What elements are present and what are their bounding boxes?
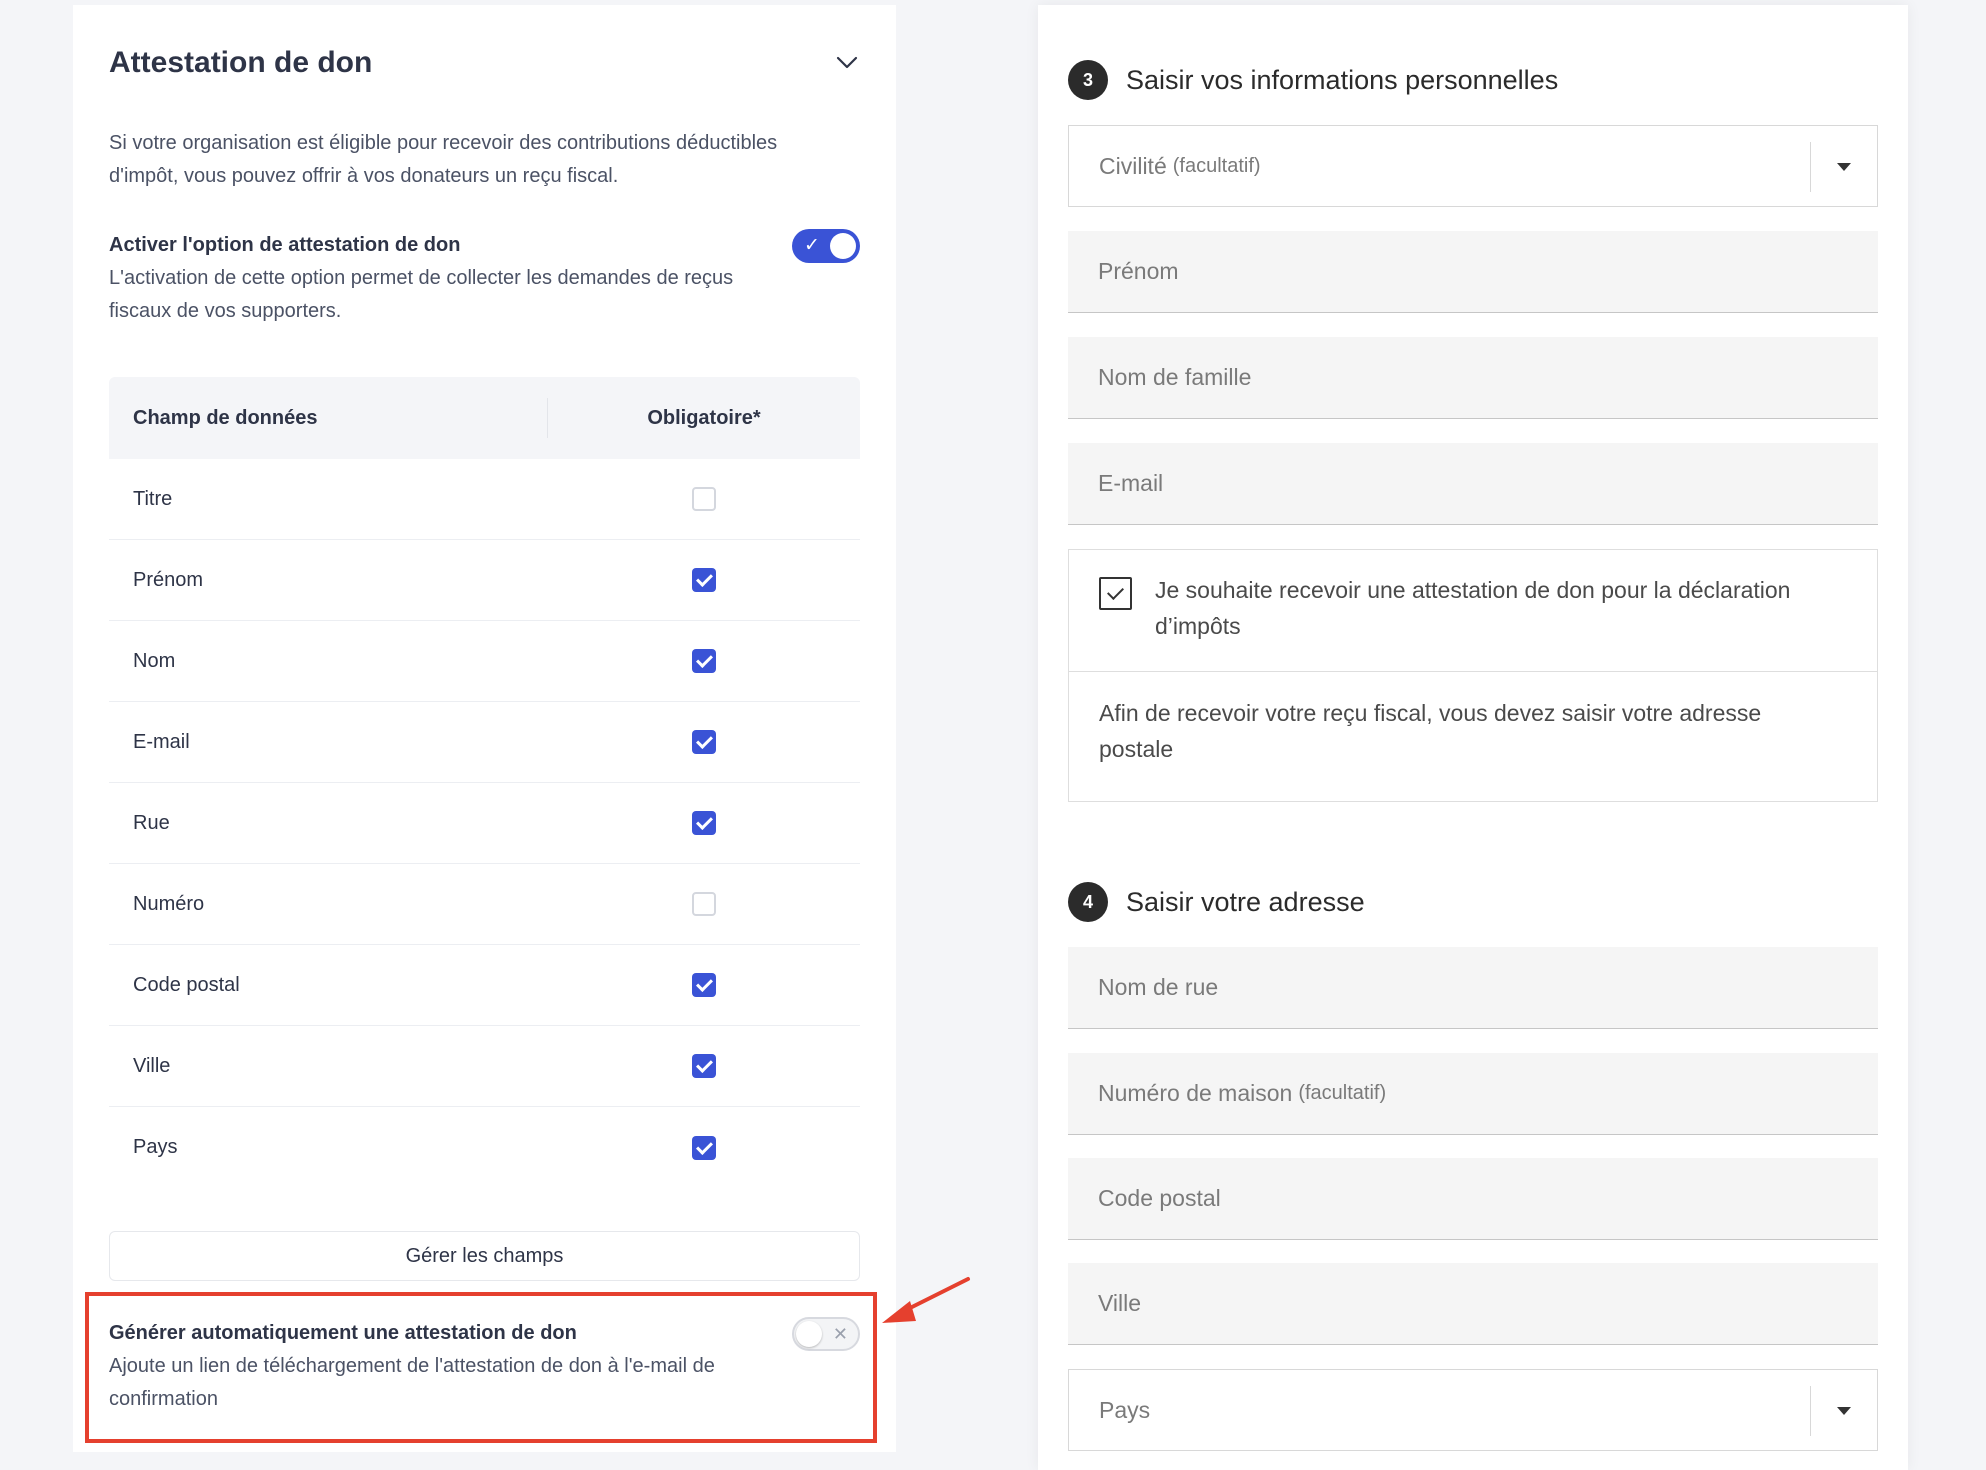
civility-select[interactable]: Civilité (facultatif) [1068, 125, 1878, 207]
data-fields-table: Champ de données Obligatoire* Titre Préno… [109, 377, 860, 1188]
postal-code-placeholder: Code postal [1098, 1185, 1221, 1211]
step-title: Saisir vos informations personnelles [1126, 64, 1559, 95]
required-checkbox[interactable] [692, 892, 716, 916]
optional-label: (facultatif) [1298, 1082, 1387, 1104]
highlight-box [85, 1292, 877, 1443]
required-checkbox[interactable] [692, 1054, 716, 1078]
divider [1810, 1386, 1811, 1436]
field-label: Code postal [133, 973, 240, 996]
consent-row: Je souhaite recevoir une attestation de … [1069, 550, 1877, 672]
step-number: 3 [1068, 60, 1108, 100]
consent-checkbox[interactable] [1099, 577, 1132, 610]
street-field[interactable]: Nom de rue [1068, 947, 1878, 1029]
chevron-down-icon[interactable] [834, 50, 860, 76]
required-cell [548, 892, 860, 916]
field-label: Pays [133, 1136, 178, 1158]
city-field[interactable]: Ville [1068, 1263, 1878, 1345]
required-checkbox[interactable] [692, 811, 716, 835]
table-row: Titre [109, 459, 860, 540]
email-placeholder: E-mail [1098, 470, 1164, 496]
step-4-heading: 4 Saisir votre adresse [1068, 882, 1365, 922]
donation-form-preview: 3 Saisir vos informations personnelles C… [1038, 5, 1908, 1470]
required-cell [548, 973, 860, 997]
column-header-required: Obligatoire* [647, 406, 761, 429]
required-checkbox[interactable] [692, 730, 716, 754]
street-placeholder: Nom de rue [1098, 974, 1219, 1000]
required-checkbox[interactable] [692, 487, 716, 511]
field-label: Numéro [133, 892, 205, 915]
address-note: Afin de recevoir votre reçu fiscal, vous… [1099, 700, 1762, 762]
house-number-field[interactable]: Numéro de maison (facultatif) [1068, 1053, 1878, 1135]
check-icon: ✓ [804, 235, 820, 256]
table-row: Rue [109, 783, 860, 864]
table-row: Numéro [109, 864, 860, 945]
divider [1810, 142, 1811, 192]
table-row: Code postal [109, 945, 860, 1026]
step-3-heading: 3 Saisir vos informations personnelles [1068, 60, 1558, 100]
required-cell [548, 1054, 860, 1078]
activate-option-title: Activer l'option de attestation de don [109, 234, 461, 256]
required-checkbox[interactable] [692, 568, 716, 592]
table-header: Champ de données Obligatoire* [109, 377, 860, 459]
field-label: Prénom [133, 568, 204, 591]
first-name-field[interactable]: Prénom [1068, 231, 1878, 313]
dropdown-caret-icon[interactable] [1837, 1407, 1851, 1415]
intro-text: Si votre organisation est éligible pour … [109, 132, 778, 187]
last-name-placeholder: Nom de famille [1098, 364, 1252, 390]
postal-code-field[interactable]: Code postal [1068, 1158, 1878, 1240]
field-label: E-mail [133, 730, 190, 753]
toggle-knob [830, 233, 856, 259]
donation-receipt-settings-panel: Attestation de don Si votre organisation… [73, 5, 896, 1452]
country-placeholder: Pays [1099, 1396, 1151, 1423]
dropdown-caret-icon[interactable] [1837, 163, 1851, 171]
required-checkbox[interactable] [692, 1135, 716, 1160]
activate-option: Activer l'option de attestation de don L… [109, 229, 860, 328]
country-select[interactable]: Pays [1068, 1369, 1878, 1451]
step-title: Saisir votre adresse [1126, 886, 1365, 917]
required-cell [548, 730, 860, 754]
table-row: Nom [109, 621, 860, 702]
step-number: 4 [1068, 882, 1108, 922]
activate-option-description: L'activation de cette option permet de c… [109, 267, 734, 322]
table-row: Pays [109, 1107, 860, 1188]
city-placeholder: Ville [1098, 1290, 1142, 1316]
required-cell [548, 649, 860, 673]
panel-title: Attestation de don [109, 46, 373, 79]
table-row: Ville [109, 1026, 860, 1107]
panel-header[interactable]: Attestation de don [109, 43, 860, 83]
field-label: Titre [133, 487, 173, 510]
optional-label: (facultatif) [1172, 154, 1261, 177]
last-name-field[interactable]: Nom de famille [1068, 337, 1878, 419]
field-label: Nom [133, 649, 176, 672]
consent-label: Je souhaite recevoir une attestation de … [1155, 577, 1791, 639]
email-field[interactable]: E-mail [1068, 443, 1878, 525]
annotation-arrow-icon [882, 1277, 970, 1323]
activate-option-toggle[interactable]: ✓ [792, 229, 860, 263]
required-checkbox[interactable] [692, 649, 716, 673]
column-header-field: Champ de données [109, 398, 548, 438]
required-checkbox[interactable] [692, 973, 716, 997]
required-cell [548, 1135, 860, 1160]
table-row: Prénom [109, 540, 860, 621]
field-label: Rue [133, 811, 170, 834]
tax-receipt-consent: Je souhaite recevoir une attestation de … [1068, 549, 1878, 802]
required-cell [548, 487, 860, 511]
required-cell [548, 811, 860, 835]
house-number-placeholder: Numéro de maison [1098, 1080, 1293, 1106]
first-name-placeholder: Prénom [1098, 258, 1179, 284]
civility-placeholder: Civilité [1099, 152, 1167, 179]
table-row: E-mail [109, 702, 860, 783]
required-cell [548, 568, 860, 592]
manage-fields-button[interactable]: Gérer les champs [109, 1231, 860, 1281]
field-label: Ville [133, 1054, 171, 1077]
